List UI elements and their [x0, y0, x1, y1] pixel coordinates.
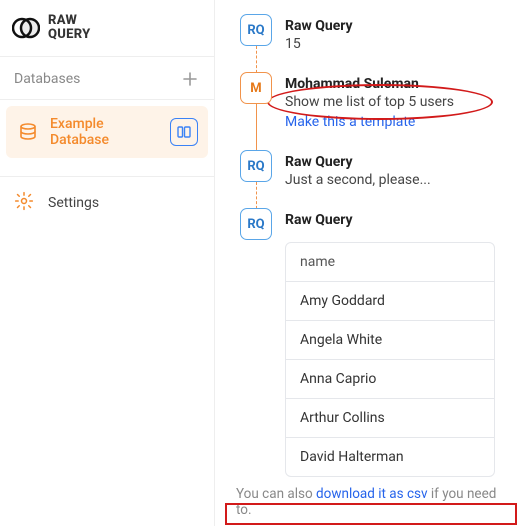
database-icon [16, 120, 40, 144]
footer-note: You can also download it as csv if you n… [230, 482, 517, 522]
chat-panel: RQ Raw Query 15 M Mohammad Suleman Show … [215, 0, 519, 526]
sidebar-item-settings[interactable]: Settings [0, 181, 214, 225]
table-row: Amy Goddard [286, 282, 494, 321]
brand-text: RAW QUERY [48, 14, 91, 41]
table-row: David Halterman [286, 438, 494, 476]
databases-header: Databases [0, 56, 214, 100]
database-item-label: Example Database [50, 116, 160, 148]
message-row: RQ Raw Query 15 [223, 14, 519, 52]
databases-label: Databases [14, 71, 80, 87]
brand-line2: QUERY [48, 28, 91, 42]
brand-line1: RAW [48, 14, 91, 28]
message-sender: Raw Query [285, 154, 509, 170]
make-template-link[interactable]: Make this a template [285, 114, 415, 130]
brand-logo: RAW QUERY [0, 0, 214, 56]
table-header: name [286, 243, 494, 282]
sidebar-item-example-database[interactable]: Example Database [6, 106, 208, 158]
divider [0, 176, 214, 177]
message-sender: Raw Query [285, 212, 509, 228]
database-open-button[interactable] [170, 118, 198, 146]
message-row: RQ Raw Query Just a second, please... [223, 150, 519, 188]
message-row: RQ Raw Query name Amy Goddard Angela Whi… [223, 208, 519, 477]
message-sender: Mohammad Suleman [285, 76, 509, 92]
result-table: name Amy Goddard Angela White Anna Capri… [285, 242, 495, 477]
table-row: Angela White [286, 321, 494, 360]
avatar-rq: RQ [240, 150, 272, 182]
sidebar: RAW QUERY Databases Example Database [0, 0, 215, 526]
avatar-rq: RQ [240, 14, 272, 46]
gear-icon [14, 191, 34, 215]
message-text: Just a second, please... [285, 172, 509, 188]
avatar-rq: RQ [240, 208, 272, 240]
download-csv-link[interactable]: download it as csv [316, 486, 427, 502]
table-row: Anna Caprio [286, 360, 494, 399]
message-text: 15 [285, 36, 509, 52]
table-row: Arthur Collins [286, 399, 494, 438]
message-text: Show me list of top 5 users [285, 94, 509, 110]
add-database-button[interactable] [180, 69, 200, 89]
message-sender: Raw Query [285, 18, 509, 34]
logo-icon [12, 14, 40, 42]
message-row: M Mohammad Suleman Show me list of top 5… [223, 72, 519, 130]
settings-label: Settings [48, 195, 99, 211]
avatar-user: M [240, 72, 272, 104]
